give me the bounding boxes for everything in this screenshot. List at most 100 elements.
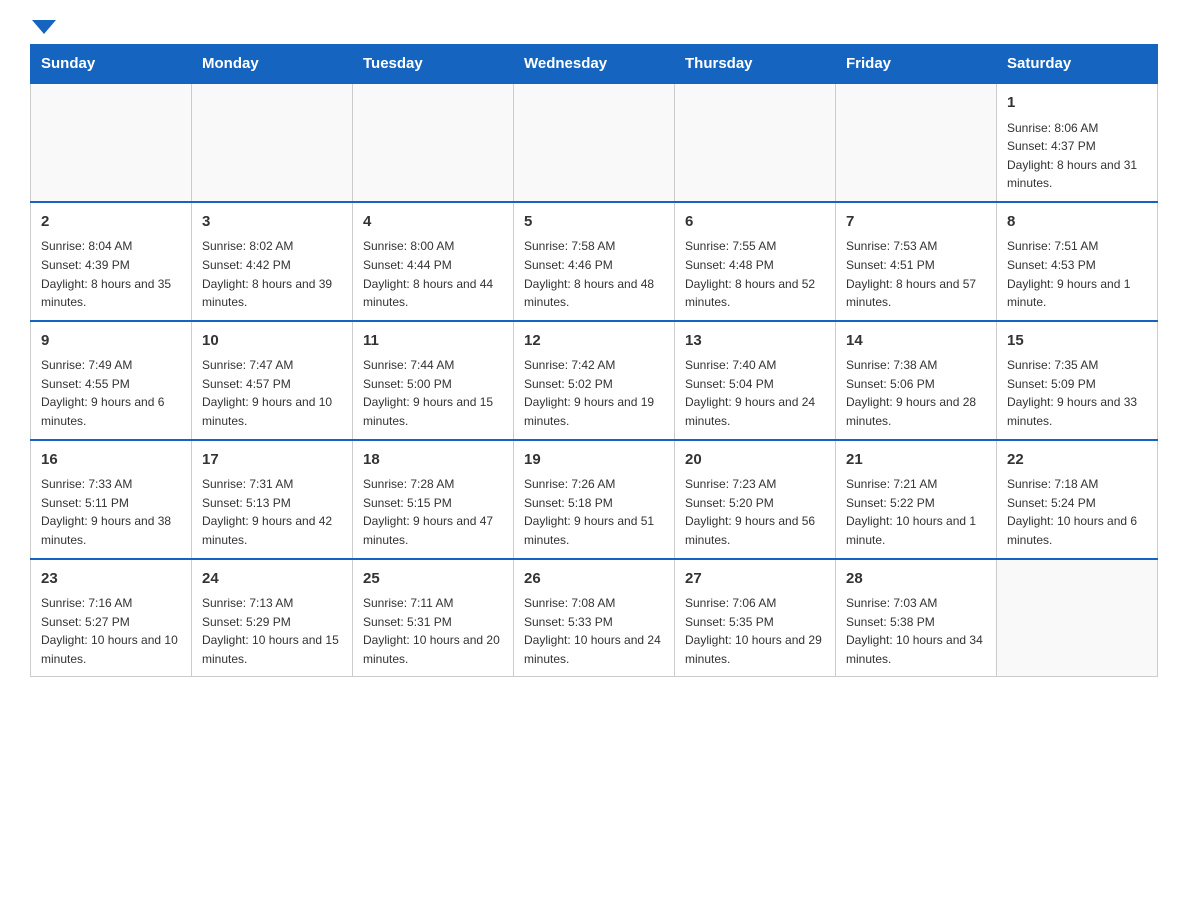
day-info: Sunrise: 7:26 AM Sunset: 5:18 PM Dayligh… (524, 475, 664, 549)
day-number: 2 (41, 211, 181, 234)
weekday-header-friday: Friday (836, 45, 997, 84)
calendar-table: SundayMondayTuesdayWednesdayThursdayFrid… (30, 44, 1158, 677)
day-number: 22 (1007, 449, 1147, 472)
day-info: Sunrise: 7:08 AM Sunset: 5:33 PM Dayligh… (524, 594, 664, 668)
day-number: 14 (846, 330, 986, 353)
calendar-cell (192, 83, 353, 202)
week-row-2: 9 Sunrise: 7:49 AM Sunset: 4:55 PM Daylig… (31, 321, 1158, 440)
calendar-cell: 8 Sunrise: 7:51 AM Sunset: 4:53 PM Daylig… (997, 202, 1158, 321)
calendar-cell: 6 Sunrise: 7:55 AM Sunset: 4:48 PM Daylig… (675, 202, 836, 321)
day-info: Sunrise: 7:13 AM Sunset: 5:29 PM Dayligh… (202, 594, 342, 668)
day-number: 21 (846, 449, 986, 472)
day-info: Sunrise: 8:00 AM Sunset: 4:44 PM Dayligh… (363, 237, 503, 311)
day-info: Sunrise: 7:31 AM Sunset: 5:13 PM Dayligh… (202, 475, 342, 549)
logo (30, 20, 58, 34)
day-info: Sunrise: 7:16 AM Sunset: 5:27 PM Dayligh… (41, 594, 181, 668)
calendar-cell: 2 Sunrise: 8:04 AM Sunset: 4:39 PM Daylig… (31, 202, 192, 321)
weekday-header-thursday: Thursday (675, 45, 836, 84)
weekday-header-tuesday: Tuesday (353, 45, 514, 84)
calendar-cell: 18Sunrise: 7:28 AM Sunset: 5:15 PM Dayli… (353, 440, 514, 559)
day-info: Sunrise: 7:18 AM Sunset: 5:24 PM Dayligh… (1007, 475, 1147, 549)
day-info: Sunrise: 7:58 AM Sunset: 4:46 PM Dayligh… (524, 237, 664, 311)
calendar-cell: 28 Sunrise: 7:03 AM Sunset: 5:38 PM Dayli… (836, 559, 997, 677)
day-info: Sunrise: 7:40 AM Sunset: 5:04 PM Dayligh… (685, 356, 825, 430)
day-number: 8 (1007, 211, 1147, 234)
calendar-cell: 26Sunrise: 7:08 AM Sunset: 5:33 PM Dayli… (514, 559, 675, 677)
day-number: 24 (202, 568, 342, 591)
calendar-cell: 4 Sunrise: 8:00 AM Sunset: 4:44 PM Daylig… (353, 202, 514, 321)
day-info: Sunrise: 7:23 AM Sunset: 5:20 PM Dayligh… (685, 475, 825, 549)
day-info: Sunrise: 7:03 AM Sunset: 5:38 PM Dayligh… (846, 594, 986, 668)
day-number: 16 (41, 449, 181, 472)
calendar-cell: 25 Sunrise: 7:11 AM Sunset: 5:31 PM Dayli… (353, 559, 514, 677)
day-info: Sunrise: 7:53 AM Sunset: 4:51 PM Dayligh… (846, 237, 986, 311)
calendar-cell: 15 Sunrise: 7:35 AM Sunset: 5:09 PM Dayli… (997, 321, 1158, 440)
calendar-cell (836, 83, 997, 202)
calendar-cell (997, 559, 1158, 677)
day-info: Sunrise: 7:47 AM Sunset: 4:57 PM Dayligh… (202, 356, 342, 430)
day-number: 20 (685, 449, 825, 472)
page-header (30, 20, 1158, 34)
weekday-header-saturday: Saturday (997, 45, 1158, 84)
day-info: Sunrise: 7:38 AM Sunset: 5:06 PM Dayligh… (846, 356, 986, 430)
day-info: Sunrise: 7:44 AM Sunset: 5:00 PM Dayligh… (363, 356, 503, 430)
calendar-cell: 1 Sunrise: 8:06 AM Sunset: 4:37 PM Daylig… (997, 83, 1158, 202)
calendar-cell (514, 83, 675, 202)
calendar-cell: 12 Sunrise: 7:42 AM Sunset: 5:02 PM Dayli… (514, 321, 675, 440)
calendar-cell: 7 Sunrise: 7:53 AM Sunset: 4:51 PM Daylig… (836, 202, 997, 321)
day-number: 12 (524, 330, 664, 353)
calendar-cell (675, 83, 836, 202)
calendar-cell: 21 Sunrise: 7:21 AM Sunset: 5:22 PM Dayli… (836, 440, 997, 559)
day-number: 3 (202, 211, 342, 234)
day-info: Sunrise: 7:55 AM Sunset: 4:48 PM Dayligh… (685, 237, 825, 311)
calendar-cell: 3Sunrise: 8:02 AM Sunset: 4:42 PM Daylig… (192, 202, 353, 321)
calendar-cell (31, 83, 192, 202)
calendar-cell (353, 83, 514, 202)
day-number: 4 (363, 211, 503, 234)
weekday-header-sunday: Sunday (31, 45, 192, 84)
week-row-0: 1 Sunrise: 8:06 AM Sunset: 4:37 PM Daylig… (31, 83, 1158, 202)
calendar-cell: 20 Sunrise: 7:23 AM Sunset: 5:20 PM Dayli… (675, 440, 836, 559)
calendar-cell: 19 Sunrise: 7:26 AM Sunset: 5:18 PM Dayli… (514, 440, 675, 559)
day-number: 5 (524, 211, 664, 234)
calendar-cell: 14 Sunrise: 7:38 AM Sunset: 5:06 PM Dayli… (836, 321, 997, 440)
day-info: Sunrise: 7:35 AM Sunset: 5:09 PM Dayligh… (1007, 356, 1147, 430)
day-number: 15 (1007, 330, 1147, 353)
day-number: 17 (202, 449, 342, 472)
day-number: 25 (363, 568, 503, 591)
calendar-cell: 23 Sunrise: 7:16 AM Sunset: 5:27 PM Dayli… (31, 559, 192, 677)
logo-arrow-icon (32, 20, 56, 34)
day-number: 9 (41, 330, 181, 353)
day-info: Sunrise: 7:11 AM Sunset: 5:31 PM Dayligh… (363, 594, 503, 668)
day-info: Sunrise: 7:42 AM Sunset: 5:02 PM Dayligh… (524, 356, 664, 430)
calendar-cell: 17 Sunrise: 7:31 AM Sunset: 5:13 PM Dayli… (192, 440, 353, 559)
day-number: 23 (41, 568, 181, 591)
calendar-cell: 11 Sunrise: 7:44 AM Sunset: 5:00 PM Dayli… (353, 321, 514, 440)
day-info: Sunrise: 7:06 AM Sunset: 5:35 PM Dayligh… (685, 594, 825, 668)
day-info: Sunrise: 8:06 AM Sunset: 4:37 PM Dayligh… (1007, 119, 1147, 193)
calendar-cell: 5 Sunrise: 7:58 AM Sunset: 4:46 PM Daylig… (514, 202, 675, 321)
calendar-cell: 13 Sunrise: 7:40 AM Sunset: 5:04 PM Dayli… (675, 321, 836, 440)
day-number: 1 (1007, 92, 1147, 115)
day-number: 13 (685, 330, 825, 353)
day-number: 27 (685, 568, 825, 591)
calendar-cell: 10Sunrise: 7:47 AM Sunset: 4:57 PM Dayli… (192, 321, 353, 440)
day-number: 28 (846, 568, 986, 591)
day-info: Sunrise: 7:21 AM Sunset: 5:22 PM Dayligh… (846, 475, 986, 549)
day-info: Sunrise: 7:28 AM Sunset: 5:15 PM Dayligh… (363, 475, 503, 549)
calendar-cell: 16Sunrise: 7:33 AM Sunset: 5:11 PM Dayli… (31, 440, 192, 559)
day-number: 11 (363, 330, 503, 353)
day-number: 6 (685, 211, 825, 234)
calendar-cell: 9 Sunrise: 7:49 AM Sunset: 4:55 PM Daylig… (31, 321, 192, 440)
week-row-4: 23 Sunrise: 7:16 AM Sunset: 5:27 PM Dayli… (31, 559, 1158, 677)
day-number: 19 (524, 449, 664, 472)
day-info: Sunrise: 7:51 AM Sunset: 4:53 PM Dayligh… (1007, 237, 1147, 311)
weekday-header-monday: Monday (192, 45, 353, 84)
day-info: Sunrise: 7:49 AM Sunset: 4:55 PM Dayligh… (41, 356, 181, 430)
calendar-cell: 24 Sunrise: 7:13 AM Sunset: 5:29 PM Dayli… (192, 559, 353, 677)
week-row-1: 2 Sunrise: 8:04 AM Sunset: 4:39 PM Daylig… (31, 202, 1158, 321)
calendar-cell: 27 Sunrise: 7:06 AM Sunset: 5:35 PM Dayli… (675, 559, 836, 677)
day-number: 7 (846, 211, 986, 234)
calendar-cell: 22 Sunrise: 7:18 AM Sunset: 5:24 PM Dayli… (997, 440, 1158, 559)
day-info: Sunrise: 8:04 AM Sunset: 4:39 PM Dayligh… (41, 237, 181, 311)
